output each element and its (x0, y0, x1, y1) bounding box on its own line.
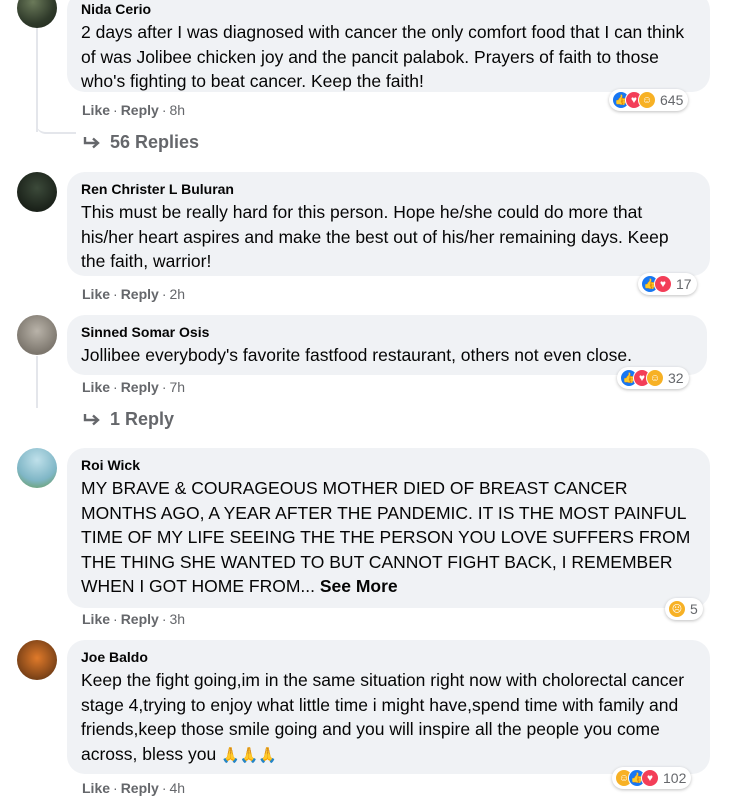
reaction-summary[interactable]: 👍 ♥ ☺ 32 (617, 367, 689, 389)
separator: · (113, 611, 118, 627)
comment-author[interactable]: Ren Christer L Buluran (81, 180, 696, 198)
comment-text: Jollibee everybody's favorite fastfood r… (81, 345, 633, 365)
comment-text: 2 days after I was diagnosed with cancer… (81, 22, 685, 91)
reaction-summary[interactable]: ☺ 👍 ♥ 102 (612, 767, 692, 789)
like-button[interactable]: Like (82, 379, 110, 395)
view-replies-button[interactable]: 56 Replies (82, 132, 199, 153)
reply-button[interactable]: Reply (121, 780, 159, 796)
separator: · (113, 379, 118, 395)
reaction-count: 17 (676, 276, 692, 292)
separator: · (113, 286, 118, 302)
reply-button[interactable]: Reply (121, 102, 159, 118)
love-reaction-icon: ♥ (654, 275, 672, 293)
reaction-count: 102 (663, 770, 687, 786)
comment-actions: Like · Reply · 3h (82, 610, 185, 628)
comment-actions: Like · Reply · 2h (82, 285, 185, 303)
separator: · (161, 102, 167, 118)
comment-time[interactable]: 4h (169, 780, 185, 796)
reply-arrow-icon (83, 413, 100, 425)
avatar[interactable] (17, 315, 57, 355)
comment-bubble: Joe Baldo Keep the fight going,im in the… (67, 640, 710, 774)
comment-actions: Like · Reply · 7h (82, 378, 185, 396)
comment-time[interactable]: 3h (169, 611, 185, 627)
comment-text: MY BRAVE & COURAGEOUS MOTHER DIED OF BRE… (81, 476, 696, 599)
comment-author[interactable]: Joe Baldo (81, 648, 696, 666)
separator: · (161, 379, 167, 395)
replies-label: 56 Replies (110, 132, 200, 152)
like-button[interactable]: Like (82, 780, 110, 796)
comment-bubble: Sinned Somar Osis Jollibee everybody's f… (67, 315, 707, 375)
comment-author[interactable]: Sinned Somar Osis (81, 323, 693, 341)
separator: · (113, 102, 118, 118)
comment-actions: Like · Reply · 8h (82, 101, 185, 119)
reaction-count: 32 (668, 370, 684, 386)
comment-bubble: Roi Wick MY BRAVE & COURAGEOUS MOTHER DI… (67, 448, 710, 608)
avatar[interactable] (17, 172, 57, 212)
reaction-summary[interactable]: 👍 ♥ ☺ 645 (609, 89, 689, 111)
comment-time[interactable]: 7h (169, 379, 185, 395)
reaction-count: 5 (690, 601, 698, 617)
comment-time[interactable]: 8h (169, 102, 185, 118)
care-reaction-icon: ☺ (638, 91, 656, 109)
pray-emoji: 🙏🙏🙏 (221, 746, 278, 764)
replies-label: 1 Reply (110, 409, 175, 429)
reply-button[interactable]: Reply (121, 379, 159, 395)
like-button[interactable]: Like (82, 102, 110, 118)
avatar[interactable] (17, 448, 57, 488)
comment-bubble: Ren Christer L Buluran This must be real… (67, 172, 710, 276)
comment-text-body: Keep the fight going,im in the same situ… (81, 670, 685, 764)
sad-reaction-icon: ☹ (668, 600, 686, 618)
separator: · (161, 780, 167, 796)
reaction-summary[interactable]: 👍 ♥ 17 (638, 273, 697, 295)
view-replies-button[interactable]: 1 Reply (82, 409, 174, 430)
reply-button[interactable]: Reply (121, 286, 159, 302)
comment-text: Keep the fight going,im in the same situ… (81, 668, 696, 768)
love-reaction-icon: ♥ (641, 769, 659, 787)
like-button[interactable]: Like (82, 286, 110, 302)
reaction-summary[interactable]: ☹ 5 (665, 598, 703, 620)
see-more-link[interactable]: See More (320, 576, 398, 596)
comment-actions: Like · Reply · 4h (82, 779, 185, 797)
care-reaction-icon: ☺ (646, 369, 664, 387)
comment-text: This must be really hard for this person… (81, 202, 669, 271)
reply-button[interactable]: Reply (121, 611, 159, 627)
comment-author[interactable]: Nida Cerio (81, 0, 696, 18)
thread-line (36, 356, 38, 408)
reaction-count: 645 (660, 92, 684, 108)
avatar[interactable] (17, 640, 57, 680)
comment-author[interactable]: Roi Wick (81, 456, 696, 474)
like-button[interactable]: Like (82, 611, 110, 627)
separator: · (161, 611, 167, 627)
reply-arrow-icon (83, 136, 100, 148)
avatar[interactable] (17, 0, 57, 28)
comment-time[interactable]: 2h (169, 286, 185, 302)
comment-bubble: Nida Cerio 2 days after I was diagnosed … (67, 0, 710, 92)
separator: · (161, 286, 167, 302)
separator: · (113, 780, 118, 796)
